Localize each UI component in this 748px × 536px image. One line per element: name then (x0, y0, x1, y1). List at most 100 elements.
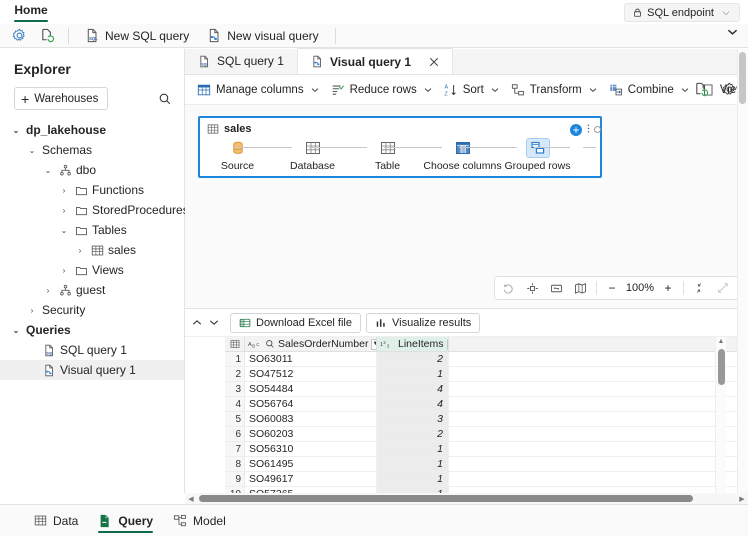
diagram-reset-button[interactable] (497, 277, 521, 299)
chevron-down-icon[interactable] (207, 314, 221, 332)
chevron-right-icon[interactable]: › (58, 206, 70, 215)
diagram-expand-button[interactable] (711, 277, 735, 299)
scrollbar-thumb[interactable] (717, 349, 725, 385)
chevron-down-icon[interactable]: ⌄ (58, 226, 70, 235)
chevron-up-icon[interactable] (190, 314, 204, 332)
diagram-fit-screen-button[interactable] (545, 277, 569, 299)
chevron-down-icon[interactable]: ⌄ (10, 326, 22, 335)
tree-item-queries[interactable]: ⌄ Queries (0, 320, 184, 340)
cell-salesordernumber[interactable]: SO56310 (245, 442, 377, 456)
table-row[interactable]: 3 SO54484 4 (225, 382, 748, 397)
scroll-up-arrow-icon[interactable]: ▲ (718, 337, 725, 347)
ribbon-tab-home[interactable]: Home (8, 0, 54, 24)
column-header-lineitems[interactable]: 123 LineItems ▼ (377, 337, 449, 351)
diagram-minimap-button[interactable] (569, 277, 593, 299)
chevron-down-icon[interactable]: ⌄ (42, 166, 54, 175)
table-row[interactable]: 2 SO47512 1 (225, 367, 748, 382)
cell-salesordernumber[interactable]: SO60203 (245, 427, 377, 441)
query-tab-sql-query-1[interactable]: SQL SQL query 1 (185, 48, 298, 74)
scroll-right-arrow-icon[interactable]: ▶ (736, 495, 748, 503)
cell-lineitems[interactable]: 1 (377, 442, 449, 456)
cell-lineitems[interactable]: 2 (377, 352, 449, 366)
cell-salesordernumber[interactable]: SO47512 (245, 367, 377, 381)
new-visual-query-button[interactable]: New visual query (199, 25, 326, 47)
add-step-button[interactable]: + (568, 122, 584, 138)
cell-lineitems[interactable]: 4 (377, 382, 449, 396)
cell-salesordernumber[interactable]: SO61495 (245, 457, 377, 471)
chevron-right-icon[interactable]: › (26, 306, 38, 315)
table-row[interactable]: 7 SO56310 1 (225, 442, 748, 457)
cell-salesordernumber[interactable]: SO60083 (245, 412, 377, 426)
cell-lineitems[interactable]: 4 (377, 397, 449, 411)
chevron-down-icon[interactable] (589, 87, 597, 93)
column-header-salesordernumber[interactable]: ABC SalesOrderNumber ▼ (245, 337, 377, 351)
tree-item-security[interactable]: › Security (0, 300, 184, 320)
download-excel-button[interactable]: Download Excel file (230, 312, 361, 333)
chevron-right-icon[interactable]: › (74, 246, 86, 255)
results-vertical-scrollbar[interactable]: ▲ ▼ (715, 337, 726, 501)
sql-endpoint-button[interactable]: SQL endpoint ⌵ (624, 3, 740, 22)
tree-item-dbo[interactable]: ⌄ dbo (0, 160, 184, 180)
cell-lineitems[interactable]: 1 (377, 472, 449, 486)
query-tab-visual-query-1[interactable]: Visual query 1 (297, 48, 454, 74)
table-row[interactable]: 5 SO60083 3 (225, 412, 748, 427)
toolbar-transform-button[interactable]: Transform (505, 78, 603, 102)
tree-item-views[interactable]: › Views (0, 260, 184, 280)
table-row[interactable]: 9 SO49617 1 (225, 472, 748, 487)
chevron-down-icon[interactable]: ⌄ (10, 126, 22, 135)
pipeline-step-grouped-rows[interactable]: Grouped rows (500, 138, 575, 172)
chevron-right-icon[interactable]: › (58, 186, 70, 195)
settings-button[interactable] (6, 25, 32, 47)
tree-item-storedprocedures[interactable]: › StoredProcedures (0, 200, 189, 220)
cell-salesordernumber[interactable]: SO49617 (245, 472, 377, 486)
table-row[interactable]: 8 SO61495 1 (225, 457, 748, 472)
cell-salesordernumber[interactable]: SO63011 (245, 352, 377, 366)
add-warehouses-button[interactable]: + Warehouses (14, 87, 109, 110)
chevron-right-icon[interactable]: › (42, 286, 54, 295)
status-tab-data[interactable]: Data (26, 506, 86, 536)
zoom-in-button[interactable]: + (656, 277, 680, 299)
tree-item-sales[interactable]: › sales (0, 240, 184, 260)
table-row[interactable]: 1 SO63011 2 (225, 352, 748, 367)
scrollbar-thumb[interactable] (199, 495, 693, 502)
status-tab-query[interactable]: Query (90, 506, 161, 536)
tree-item-tables[interactable]: ⌄ Tables (0, 220, 184, 240)
search-icon[interactable] (265, 339, 275, 349)
visualize-results-button[interactable]: Visualize results (366, 312, 481, 333)
status-tab-model[interactable]: Model (165, 506, 234, 536)
cell-salesordernumber[interactable]: SO54484 (245, 382, 377, 396)
query-refresh-button[interactable] (688, 79, 714, 101)
pipeline-step-source[interactable]: Source (200, 138, 275, 172)
ribbon-collapse-button[interactable] (727, 28, 738, 36)
diagram-canvas[interactable]: sales Source Database Table Choose columns G… (185, 105, 748, 309)
horizontal-scroll-track[interactable] (197, 493, 736, 504)
tree-item-guest[interactable]: › guest (0, 280, 184, 300)
toolbar-manage-columns-button[interactable]: Manage columns (191, 78, 325, 102)
tree-item-visual-query-1[interactable]: Visual query 1 (0, 360, 184, 380)
close-icon[interactable] (429, 57, 439, 67)
toolbar-combine-button[interactable]: Combine (603, 78, 695, 102)
refresh-page-button[interactable] (34, 25, 60, 47)
grid-select-all-button[interactable] (225, 337, 245, 351)
chevron-down-icon[interactable] (424, 87, 432, 93)
results-horizontal-scrollbar[interactable]: ◀ ▶ (185, 493, 748, 504)
table-row[interactable]: 6 SO60203 2 (225, 427, 748, 442)
toolbar-sort-button[interactable]: A Z Sort (438, 78, 505, 102)
query-step-card[interactable]: sales Source Database Table Choose columns G… (198, 116, 602, 178)
tree-item-sql-query-1[interactable]: SQL SQL query 1 (0, 340, 184, 360)
diagram-collapse-button[interactable] (687, 277, 711, 299)
zoom-out-button[interactable]: − (600, 277, 624, 299)
scroll-left-arrow-icon[interactable]: ◀ (185, 495, 197, 503)
cell-salesordernumber[interactable]: SO56764 (245, 397, 377, 411)
cell-lineitems[interactable]: 2 (377, 427, 449, 441)
more-vertical-icon[interactable] (583, 123, 594, 134)
tree-item-schemas[interactable]: ⌄ Schemas (0, 140, 184, 160)
scrollbar-thumb[interactable] (739, 52, 746, 104)
explorer-search-button[interactable] (158, 92, 172, 106)
pipeline-step-table[interactable]: Table (350, 138, 425, 172)
tree-item-dp-lakehouse[interactable]: ⌄ dp_lakehouse (0, 120, 184, 140)
cell-lineitems[interactable]: 3 (377, 412, 449, 426)
diagram-center-button[interactable] (521, 277, 545, 299)
chevron-down-icon[interactable] (311, 87, 319, 93)
column-filter-dropdown[interactable]: ▼ (446, 338, 448, 350)
